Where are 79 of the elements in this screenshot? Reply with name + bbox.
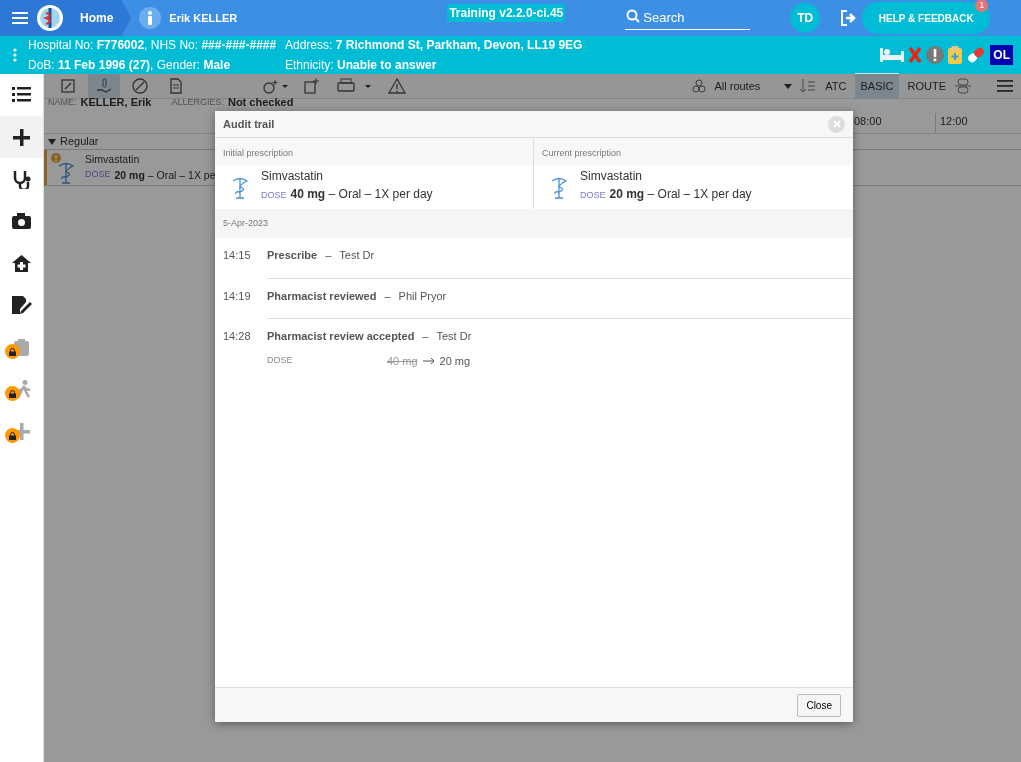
notification-badge: 1 [975, 0, 989, 12]
plus-icon [11, 127, 32, 147]
capsule-icon[interactable] [955, 78, 971, 94]
document-icon [168, 78, 184, 94]
event-action: Pharmacist reviewed [267, 288, 377, 304]
view-tab[interactable]: ROUTE [902, 72, 951, 100]
caret-icon [784, 83, 793, 89]
camera-icon [11, 211, 32, 231]
field-label: ALLERGIES: [171, 97, 224, 108]
print-icon[interactable] [336, 78, 372, 94]
caret-icon[interactable] [48, 138, 56, 145]
event-user: Test Dr [339, 248, 375, 263]
event-user: Phil Pryor [398, 288, 447, 304]
event-user: Test Dr [436, 329, 472, 344]
drug-name: Simvastatin [580, 167, 644, 185]
patient-detail: Address: 7 Richmond St, Parkham, Devon, LL19 9EG [285, 37, 583, 54]
sort-icon[interactable] [800, 79, 817, 93]
routes-dropdown[interactable]: All routes [710, 73, 797, 99]
menu-icon[interactable] [997, 80, 1013, 92]
dose-text: 20 mg – Oral – 1X pe [114, 167, 216, 183]
allergies-value: Not checked [227, 97, 294, 108]
close-icon [832, 120, 841, 128]
change-field: DOSE [267, 354, 387, 368]
patient-name: Erik KELLER [169, 10, 238, 26]
home-link[interactable]: Home [80, 9, 114, 27]
dose-text: 40 mg – Oral – 1X per day [290, 185, 433, 203]
drug-name: Simvastatin [85, 152, 141, 167]
drug-name: Simvastatin [261, 167, 325, 185]
event-time: 14:19 [223, 288, 252, 304]
cross-icon [908, 47, 923, 63]
patient-detail: DoB: 11 Feb 1996 (27), Gender: Male [28, 57, 232, 74]
event-time: 14:15 [223, 248, 252, 263]
dose-label: DOSE [85, 167, 111, 181]
separator-dash: – [325, 248, 332, 263]
dose-label: DOSE [261, 188, 287, 202]
close-button[interactable]: Close [797, 693, 841, 717]
dialog-title: Audit trail [223, 116, 275, 132]
search-icon [626, 8, 641, 23]
dose-label: DOSE [580, 188, 606, 202]
event-action: Prescribe [267, 248, 318, 263]
add-document-icon[interactable] [304, 78, 320, 94]
new-value: 20 mg [439, 353, 471, 369]
house-icon [11, 253, 32, 273]
event-time: 14:28 [223, 329, 252, 344]
event-action: Pharmacist review accepted [267, 329, 415, 344]
status-tag: OL [990, 45, 1013, 65]
add-pill-icon[interactable] [262, 78, 288, 94]
field-label: NAME: [48, 97, 77, 108]
routes-icon [692, 79, 707, 93]
calendar-icon [60, 78, 76, 94]
old-value: 40 mg [387, 353, 418, 369]
list-icon [11, 85, 32, 105]
dose-text: 20 mg – Oral – 1X per day [609, 185, 752, 203]
toolbar-button[interactable] [88, 74, 120, 98]
view-tab[interactable]: BASIC [855, 72, 899, 100]
clipboard-icon [948, 46, 963, 64]
date-header: 5-Apr-2023 [215, 208, 853, 238]
version-label: Training v2.2.0-ci.45 [447, 4, 566, 22]
group-label: Regular [60, 134, 99, 150]
separator-dash: – [422, 329, 429, 344]
search-field[interactable]: Search [625, 5, 751, 31]
sidebar-item[interactable] [0, 116, 43, 158]
patient-detail: Ethnicity: Unable to answer [285, 57, 438, 74]
hand-icon [96, 78, 112, 94]
view-tab[interactable]: ATC [820, 72, 852, 100]
menu-icon[interactable] [12, 11, 28, 25]
stethoscope-icon [11, 169, 32, 189]
warning-icon[interactable] [388, 78, 406, 94]
logo-icon[interactable] [36, 4, 64, 32]
alert-icon [926, 46, 945, 64]
patient-name: KELLER, Erik [80, 97, 152, 108]
time-header: 12:00 [935, 112, 1021, 133]
column-header: Initial prescription [215, 138, 533, 165]
edit-icon [11, 295, 32, 315]
column-header: Current prescription [534, 138, 853, 165]
bed-icon [880, 48, 905, 62]
separator-dash: – [384, 288, 391, 304]
arrow-icon [421, 356, 436, 365]
patient-detail: Hospital No: F776002, NHS No: ###-###-#### [28, 37, 278, 54]
